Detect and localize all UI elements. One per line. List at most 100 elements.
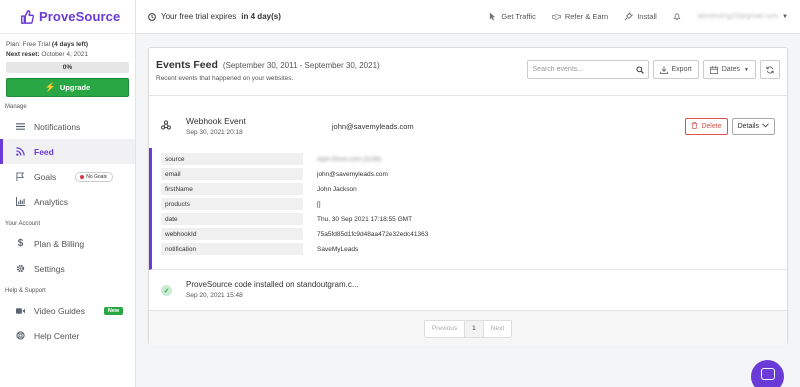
check-icon: ✓ <box>161 285 172 296</box>
page-subtitle: Recent events that happened on your webs… <box>156 75 294 82</box>
trial-days: in 4 day(s) <box>241 12 281 21</box>
event-title: ProveSource code installed on standoutgr… <box>186 280 359 289</box>
lifebuoy-icon <box>16 331 25 340</box>
detail-key: firstName <box>161 183 303 195</box>
delete-label: Delete <box>701 123 722 130</box>
cursor-icon <box>488 12 497 21</box>
refer-earn-label: Refer & Earn <box>564 12 609 21</box>
upgrade-label: Upgrade <box>59 83 91 92</box>
detail-row: email john@savemyleads.com <box>161 168 388 180</box>
sidebar-item-label: Goals <box>34 171 57 182</box>
sidebar-item-label: Feed <box>34 146 54 157</box>
detail-row: notification SaveMyLeads <box>161 243 358 255</box>
detail-value: John Jackson <box>317 185 357 193</box>
section-label-manage: Manage <box>5 104 27 110</box>
event-item-install[interactable]: ✓ ProveSource code installed on standout… <box>149 271 787 311</box>
plan-note: (4 days left) <box>51 41 89 48</box>
bolt-icon: ⚡ <box>44 82 56 92</box>
detail-value: 75a5fd85d1fc9d48aa472e32edc41363 <box>317 230 429 238</box>
install-link[interactable]: Install <box>624 12 657 21</box>
usage-progress-bar: 0% <box>6 62 129 73</box>
detail-key: notification <box>161 243 303 255</box>
chat-icon <box>760 367 775 380</box>
get-traffic-link[interactable]: Get Traffic <box>488 12 536 21</box>
detail-value: Apix-Drive.com (1136) <box>317 155 382 163</box>
refer-earn-link[interactable]: Refer & Earn <box>551 12 609 21</box>
detail-key: products <box>161 198 303 210</box>
title-block: Events Feed (September 30, 2011 - Septem… <box>156 59 380 82</box>
detail-row: firstName John Jackson <box>161 183 357 195</box>
chevron-down-icon <box>762 123 769 130</box>
get-traffic-label: Get Traffic <box>501 12 536 21</box>
search-icon[interactable] <box>635 65 644 74</box>
install-label: Install <box>637 12 657 21</box>
details-label: Details <box>737 123 759 130</box>
refresh-button[interactable] <box>760 60 780 79</box>
pager: Previous 1 Next <box>423 319 513 338</box>
section-label-account: Your Account <box>5 221 41 227</box>
sidebar-item-label: Video Guides <box>34 305 85 316</box>
dates-dropdown[interactable]: Dates ▼ <box>702 60 756 79</box>
sidebar-item-goals[interactable]: Goals No Goals <box>0 164 135 189</box>
sidebar-item-label: Settings <box>34 263 65 274</box>
search-input[interactable] <box>532 66 633 73</box>
event-title-block: ProveSource code installed on standoutgr… <box>186 280 359 299</box>
sidebar: ProveSource Plan: Free Trial (4 days lef… <box>0 0 136 387</box>
no-goals-badge: No Goals <box>75 171 114 182</box>
brand[interactable]: ProveSource <box>0 0 135 34</box>
trash-icon <box>691 122 698 131</box>
sidebar-item-settings[interactable]: Settings <box>0 256 135 281</box>
reset-label: Next reset: <box>6 51 40 58</box>
bar-chart-icon <box>16 197 25 206</box>
dollar-icon: $ <box>17 238 24 249</box>
sidebar-item-plan-billing[interactable]: $ Plan & Billing <box>0 231 135 256</box>
user-menu[interactable]: alextesting23@gmail.com ▼ <box>698 13 788 20</box>
thumbs-up-icon <box>20 9 34 24</box>
sidebar-item-label: Plan & Billing <box>34 238 85 249</box>
next-page-button[interactable]: Next <box>484 321 511 337</box>
upgrade-button[interactable]: ⚡ Upgrade <box>6 78 129 97</box>
chat-launcher-button[interactable] <box>751 360 784 387</box>
details-button[interactable]: Details <box>731 118 775 135</box>
dates-label: Dates <box>721 66 741 73</box>
status-dot-icon <box>80 174 85 179</box>
gear-icon <box>16 264 25 273</box>
pagination: Previous 1 Next <box>149 311 787 346</box>
event-email: john@savemyleads.com <box>331 122 414 131</box>
sidebar-item-video-guides[interactable]: Video Guides New <box>0 298 135 323</box>
sidebar-item-label: Analytics <box>34 196 69 207</box>
plug-icon <box>624 12 634 21</box>
sidebar-item-notifications[interactable]: Notifications <box>0 114 135 139</box>
search-box <box>526 60 649 79</box>
title-row: Events Feed (September 30, 2011 - Septem… <box>156 59 380 71</box>
badge-label: No Goals <box>86 173 108 180</box>
event-time: Sep 20, 2021 15:48 <box>186 292 243 299</box>
detail-row: products [] <box>161 198 321 210</box>
detail-row: webhookId 75a5fd85d1fc9d48aa472e32edc413… <box>161 228 428 240</box>
detail-value: Thu, 30 Sep 2021 17:18:55 GMT <box>317 215 413 223</box>
rss-icon <box>16 147 25 156</box>
sidebar-item-label: Notifications <box>34 121 81 132</box>
caret-down-icon: ▼ <box>782 13 788 20</box>
delete-button[interactable]: Delete <box>685 118 728 135</box>
new-badge: New <box>103 306 124 315</box>
caret-down-icon: ▼ <box>744 66 749 73</box>
export-button[interactable]: Export <box>652 60 699 79</box>
current-page-button[interactable]: 1 <box>465 320 484 337</box>
notifications-bell-button[interactable] <box>673 12 682 21</box>
plan-label: Plan: <box>6 41 21 48</box>
date-range: (September 30, 2011 - September 30, 2021… <box>222 61 380 70</box>
download-icon <box>659 65 668 74</box>
sidebar-item-feed[interactable]: Feed <box>0 139 135 164</box>
previous-page-button[interactable]: Previous <box>425 320 466 337</box>
sidebar-item-analytics[interactable]: Analytics <box>0 189 135 214</box>
card-header: Events Feed (September 30, 2011 - Septem… <box>149 48 787 96</box>
list-icon <box>16 122 25 131</box>
detail-value: john@savemyleads.com <box>317 170 388 178</box>
top-actions: Get Traffic Refer & Earn Install alextes… <box>488 12 800 21</box>
sidebar-item-help-center[interactable]: Help Center <box>0 323 135 348</box>
plan-value: Free Trial <box>22 41 51 48</box>
detail-key: webhookId <box>161 228 303 240</box>
progress-text: 0% <box>62 64 73 71</box>
trial-notice: Your free trial expires in 4 day(s) <box>136 12 281 21</box>
